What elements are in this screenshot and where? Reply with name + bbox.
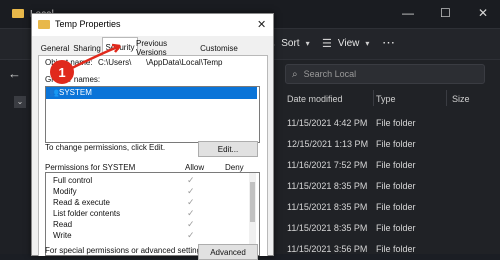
permission-item: List folder contents <box>53 209 121 218</box>
column-divider[interactable] <box>446 90 447 106</box>
file-row[interactable]: 11/15/2021 8:35 PM File folder <box>280 196 500 217</box>
tab-customise[interactable]: Customise <box>198 40 240 56</box>
type-cell: File folder <box>376 139 416 149</box>
date-modified-cell: 11/15/2021 8:35 PM <box>287 202 368 212</box>
view-label: View <box>337 38 360 49</box>
search-icon: ⌕ <box>292 68 298 80</box>
chevron-down-icon: ▾ <box>305 39 310 48</box>
chevron-down-icon: ▾ <box>365 39 370 48</box>
expand-icon[interactable]: ⌄ <box>14 96 26 108</box>
column-headers: Date modified Type Size <box>280 88 500 108</box>
file-row[interactable]: 11/16/2021 7:52 PM File folder <box>280 154 500 175</box>
navigation-pane: ← ⌄ <box>0 60 30 254</box>
type-cell: File folder <box>376 160 416 170</box>
allow-check-icon: ✓ <box>187 186 195 196</box>
dialog-titlebar: Temp Properties ✕ <box>32 14 273 36</box>
permission-item: Modify <box>53 187 77 196</box>
list-item-system[interactable]: 👥 SYSTEM <box>46 87 257 99</box>
list-item-label: SYSTEM <box>59 88 92 97</box>
file-row[interactable]: 11/15/2021 8:35 PM File folder <box>280 217 500 238</box>
scrollbar-thumb[interactable] <box>250 182 255 222</box>
more-options-button[interactable]: ⋯ <box>382 35 395 51</box>
date-modified-cell: 11/15/2021 3:56 PM <box>287 244 368 254</box>
allow-column-label: Allow <box>185 163 205 172</box>
date-modified-cell: 12/15/2021 1:13 PM <box>287 139 369 149</box>
permissions-label: Permissions for SYSTEM <box>45 163 136 172</box>
view-icon: ☰ <box>322 38 332 50</box>
search-input[interactable]: ⌕ Search Local <box>285 64 485 84</box>
edit-button[interactable]: Edit... <box>198 141 258 157</box>
dialog-close-button[interactable]: ✕ <box>257 18 266 31</box>
advanced-button[interactable]: Advanced <box>198 244 258 260</box>
view-button[interactable]: ☰ View ▾ <box>322 37 369 50</box>
minimize-button[interactable]: — <box>402 6 414 20</box>
type-cell: File folder <box>376 118 416 128</box>
sort-label: Sort <box>281 38 300 49</box>
allow-check-icon: ✓ <box>187 208 195 218</box>
date-modified-cell: 11/15/2021 8:35 PM <box>287 181 368 191</box>
allow-check-icon: ✓ <box>187 175 195 185</box>
file-row[interactable]: 11/15/2021 4:42 PM File folder <box>280 112 500 133</box>
date-modified-cell: 11/15/2021 4:42 PM <box>287 118 368 128</box>
search-placeholder: Search Local <box>303 69 357 79</box>
allow-check-icon: ✓ <box>187 230 195 240</box>
column-date-modified[interactable]: Date modified <box>287 94 343 104</box>
dialog-title: Temp Properties <box>55 19 121 29</box>
permission-item: Read <box>53 220 73 229</box>
date-modified-cell: 11/16/2021 7:52 PM <box>287 160 368 170</box>
close-button[interactable]: ✕ <box>478 6 488 20</box>
type-cell: File folder <box>376 223 416 233</box>
change-permissions-text: To change permissions, click Edit. <box>45 143 166 152</box>
permission-item: Read & execute <box>53 198 110 207</box>
date-modified-cell: 11/15/2021 8:35 PM <box>287 223 368 233</box>
tab-previous-versions[interactable]: Previous Versions <box>136 39 198 57</box>
users-icon: 👥 <box>49 88 59 97</box>
type-cell: File folder <box>376 244 416 254</box>
object-name-value-path: \AppData\Local\Temp <box>146 58 223 67</box>
maximize-button[interactable]: ☐ <box>440 6 451 20</box>
file-row[interactable]: 11/15/2021 3:56 PM File folder <box>280 238 500 259</box>
allow-check-icon: ✓ <box>187 197 195 207</box>
column-type[interactable]: Type <box>376 94 396 104</box>
back-arrow-icon[interactable]: ← <box>8 66 21 81</box>
permission-item: Write <box>53 231 72 240</box>
file-row[interactable]: 12/15/2021 1:13 PM File folder <box>280 133 500 154</box>
file-row[interactable]: 11/15/2021 8:35 PM File folder <box>280 175 500 196</box>
step-number-badge: 1 <box>50 60 74 84</box>
type-cell: File folder <box>376 181 416 191</box>
deny-column-label: Deny <box>225 163 244 172</box>
permission-item: Full control <box>53 176 93 185</box>
column-divider[interactable] <box>373 90 374 106</box>
folder-icon <box>38 20 50 29</box>
allow-check-icon: ✓ <box>187 219 195 229</box>
type-cell: File folder <box>376 202 416 212</box>
column-size[interactable]: Size <box>452 94 470 104</box>
folder-icon <box>12 9 24 18</box>
